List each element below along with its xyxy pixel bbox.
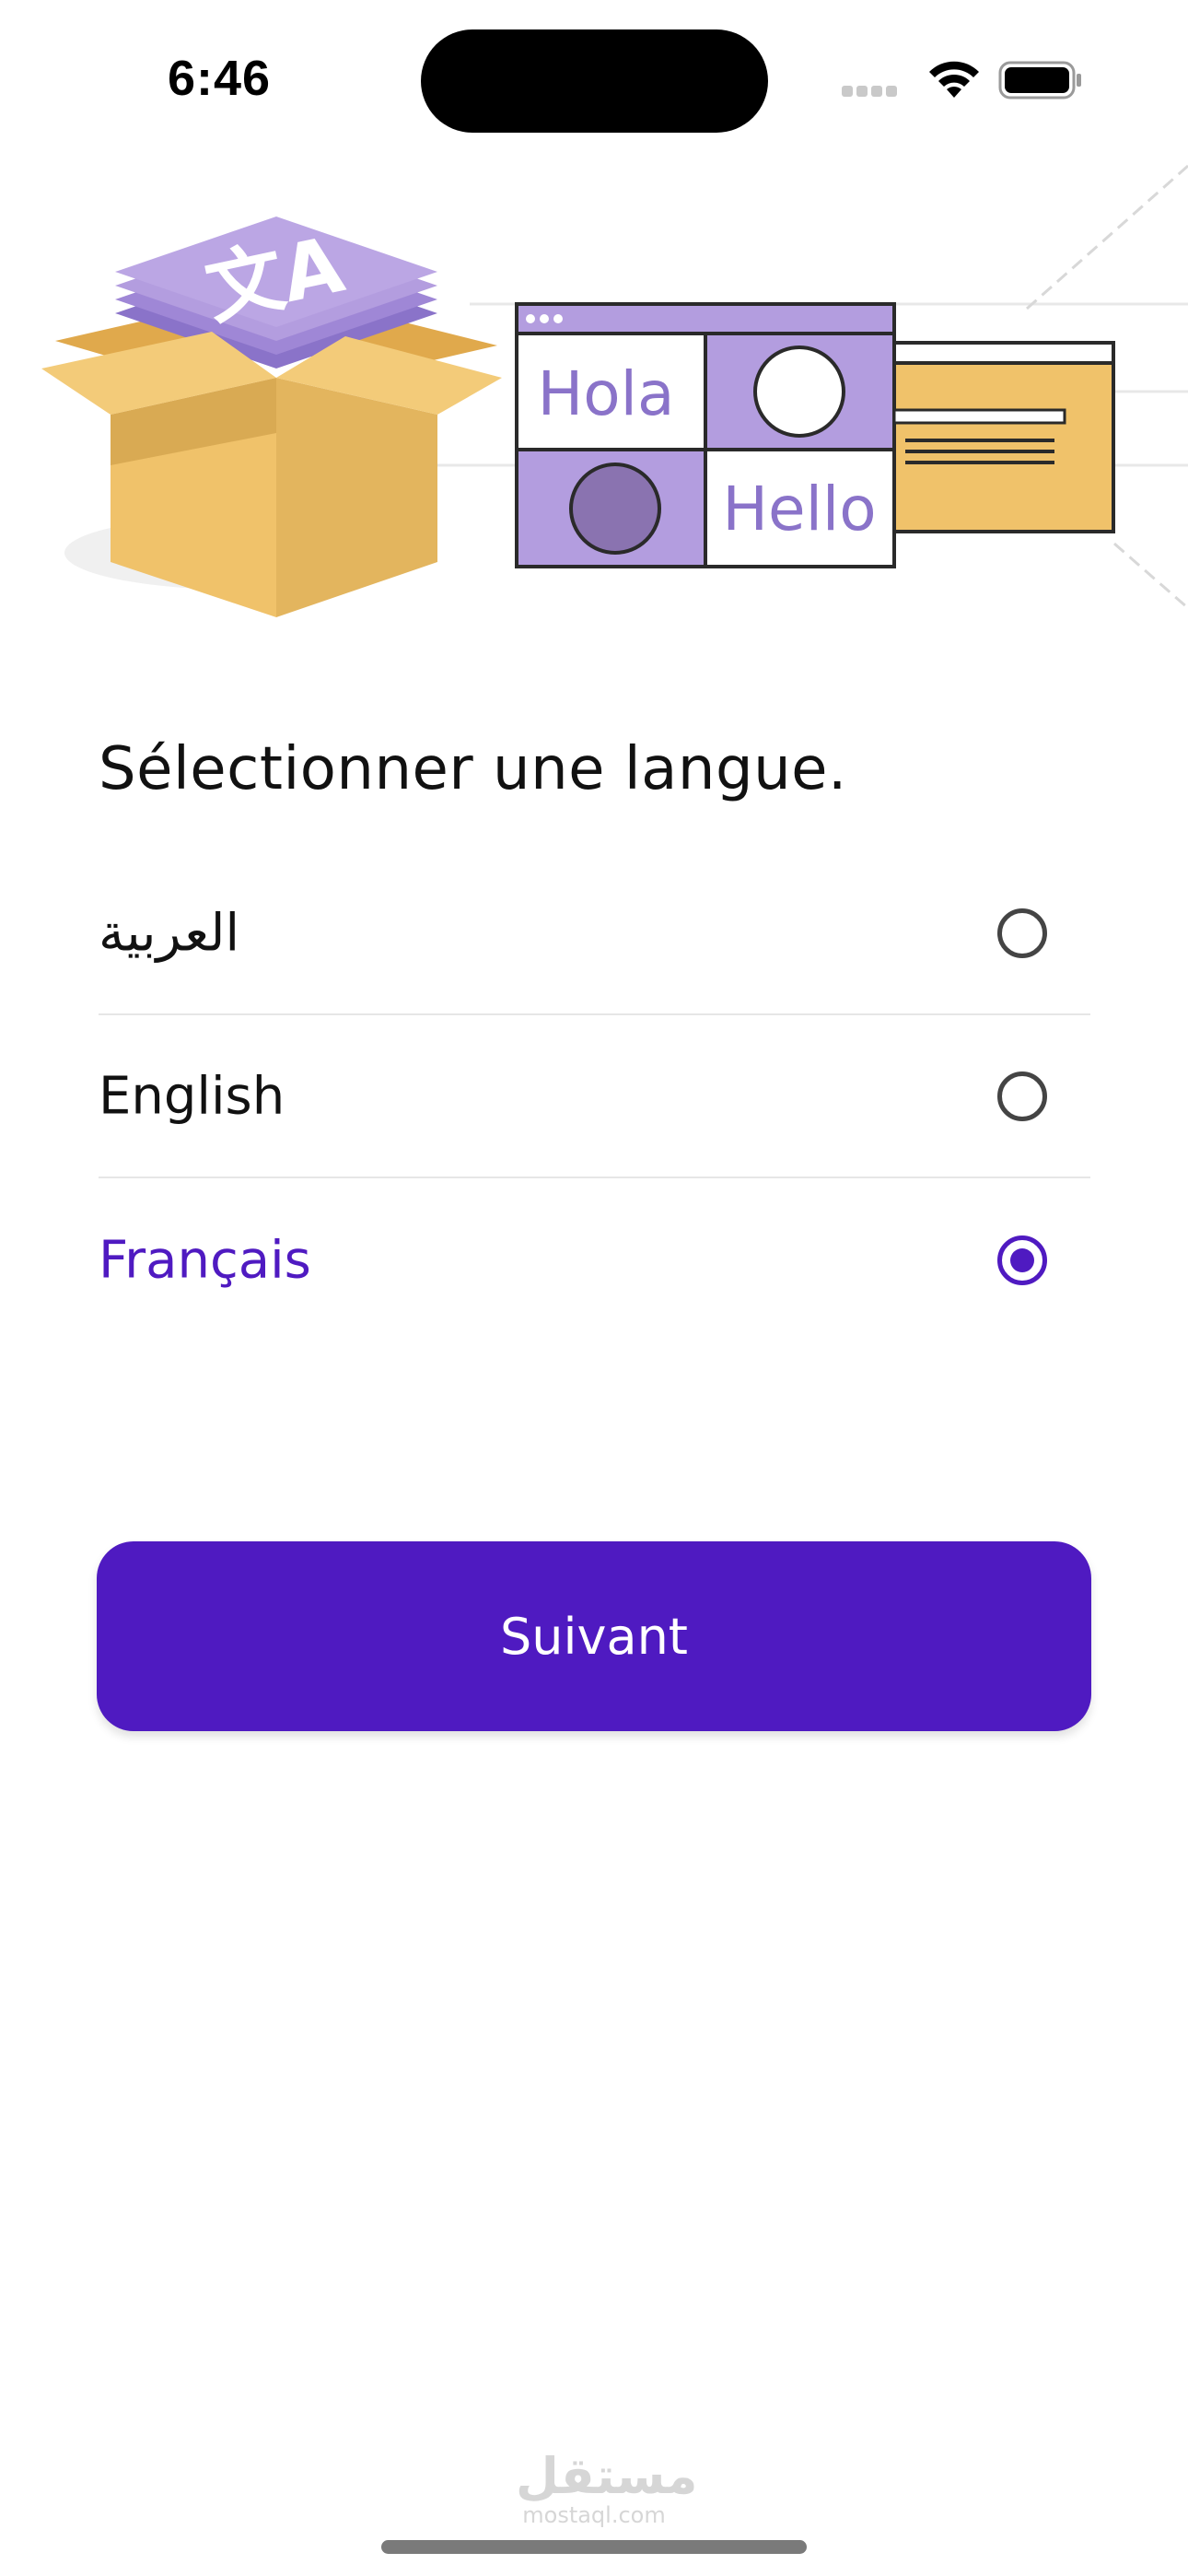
battery-icon <box>998 61 1081 100</box>
language-list: العربية English Français <box>99 852 1090 1341</box>
status-icons <box>842 57 1083 103</box>
page-title: Sélectionner une langue. <box>99 735 847 803</box>
radio-selected-dot <box>1010 1247 1034 1272</box>
wifi-icon <box>929 61 979 98</box>
home-indicator[interactable] <box>381 2540 807 2554</box>
language-option-french[interactable]: Français <box>99 1178 1090 1341</box>
hola-text: Hola <box>538 358 675 429</box>
cellular-signal-icon <box>842 85 901 101</box>
radio-button-unselected[interactable] <box>997 907 1047 958</box>
watermark-sub-text: mostaql.com <box>522 2502 666 2528</box>
watermark-main-text: مستقل <box>516 2447 698 2505</box>
language-illustration: 文A Hola Hello <box>41 164 1188 617</box>
next-button[interactable]: Suivant <box>97 1541 1091 1731</box>
dynamic-island <box>421 29 768 133</box>
language-option-arabic[interactable]: العربية <box>99 852 1090 1015</box>
language-selection-screen: 6:46 文A Hola Hello Sélectionner une lang… <box>0 0 1188 2576</box>
radio-button-selected[interactable] <box>997 1235 1047 1285</box>
watermark-logo: مستقل mostaql.com <box>516 2447 698 2529</box>
language-label: English <box>99 1066 285 1126</box>
language-option-english[interactable]: English <box>99 1015 1090 1178</box>
hello-text: Hello <box>722 474 876 544</box>
status-time: 6:46 <box>168 51 272 106</box>
language-label: العربية <box>99 903 240 963</box>
language-label: Français <box>99 1230 311 1290</box>
radio-button-unselected[interactable] <box>997 1071 1047 1121</box>
